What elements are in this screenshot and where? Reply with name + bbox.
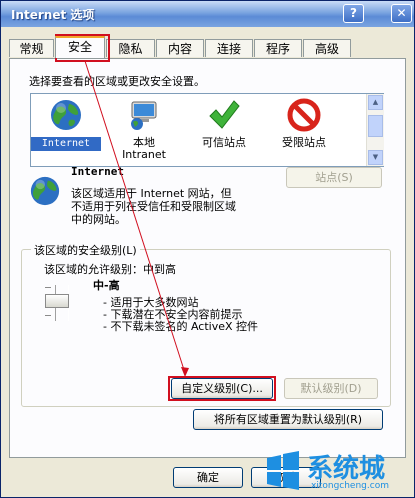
zone-list-scrollbar[interactable]: ▲ ▼: [366, 94, 384, 166]
watermark-brand: 系统城: [307, 454, 386, 484]
tab-general[interactable]: 常规: [9, 39, 54, 57]
window-title: Internet 选项: [11, 8, 95, 22]
scroll-up-icon[interactable]: ▲: [368, 95, 383, 110]
zone-restricted-label: 受限站点: [282, 136, 326, 149]
tab-connections[interactable]: 连接: [205, 39, 253, 57]
custom-level-button[interactable]: 自定义级别(C)...: [171, 378, 273, 399]
zone-prompt: 选择要查看的区域或更改安全设置。: [29, 75, 205, 88]
tab-programs[interactable]: 程序: [254, 39, 302, 57]
watermark: 系统城 xitongcheng.com: [263, 448, 409, 496]
slider-tick: [45, 287, 51, 288]
close-button[interactable]: ✕: [391, 4, 412, 23]
watermark-url: xitongcheng.com: [311, 481, 389, 491]
zone-internet[interactable]: Internet: [31, 98, 101, 151]
security-level-name: 中-高: [93, 279, 120, 292]
restricted-icon: [287, 98, 321, 132]
ok-button[interactable]: 确定: [173, 467, 243, 488]
intranet-icon: [131, 101, 157, 130]
security-slider-thumb[interactable]: [45, 294, 69, 308]
zone-trusted-label: 可信站点: [202, 136, 246, 149]
sites-button[interactable]: 站点(S): [286, 167, 382, 188]
security-level-group-title: 该区域的安全级别(L): [31, 242, 140, 258]
windows-logo-icon: [267, 451, 299, 490]
reset-all-zones-button[interactable]: 将所有区域重置为默认级别(R): [193, 409, 383, 430]
globe-icon: [51, 100, 81, 130]
zone-internet-label: Internet: [31, 137, 101, 151]
title-bar[interactable]: Internet 选项 ? ✕: [1, 1, 414, 27]
help-button[interactable]: ?: [343, 4, 364, 23]
zone-info-globe-icon: [30, 176, 60, 206]
zone-restricted[interactable]: 受限站点: [269, 98, 339, 149]
tab-advanced[interactable]: 高级: [303, 39, 351, 57]
zone-trusted[interactable]: 可信站点: [189, 98, 259, 149]
slider-tick: [45, 315, 51, 316]
tab-content[interactable]: 内容: [156, 39, 204, 57]
scroll-thumb[interactable]: [368, 115, 383, 137]
tab-privacy[interactable]: 隐私: [106, 39, 155, 57]
zone-info-title: Internet: [71, 165, 124, 178]
allowed-level-text: 该区域的允许级别：中到高: [44, 263, 176, 276]
tab-security[interactable]: 安全: [55, 36, 105, 58]
zone-intranet[interactable]: 本地 Intranet: [109, 98, 179, 161]
check-icon: [209, 100, 240, 129]
security-bullet: - 不下载未签名的 ActiveX 控件: [103, 320, 259, 333]
zone-list: Internet 本地 Intranet 可信站点 受限站点: [30, 93, 384, 167]
zone-intranet-label: 本地 Intranet: [122, 136, 166, 161]
zone-info-line3: 中的网站。: [71, 213, 126, 226]
scroll-down-icon[interactable]: ▼: [368, 150, 383, 165]
internet-options-window: Internet 选项 ? ✕ 常规 安全 隐私 内容 连接 程序 高级 选择要…: [0, 0, 415, 498]
default-level-button[interactable]: 默认级别(D): [284, 378, 378, 399]
